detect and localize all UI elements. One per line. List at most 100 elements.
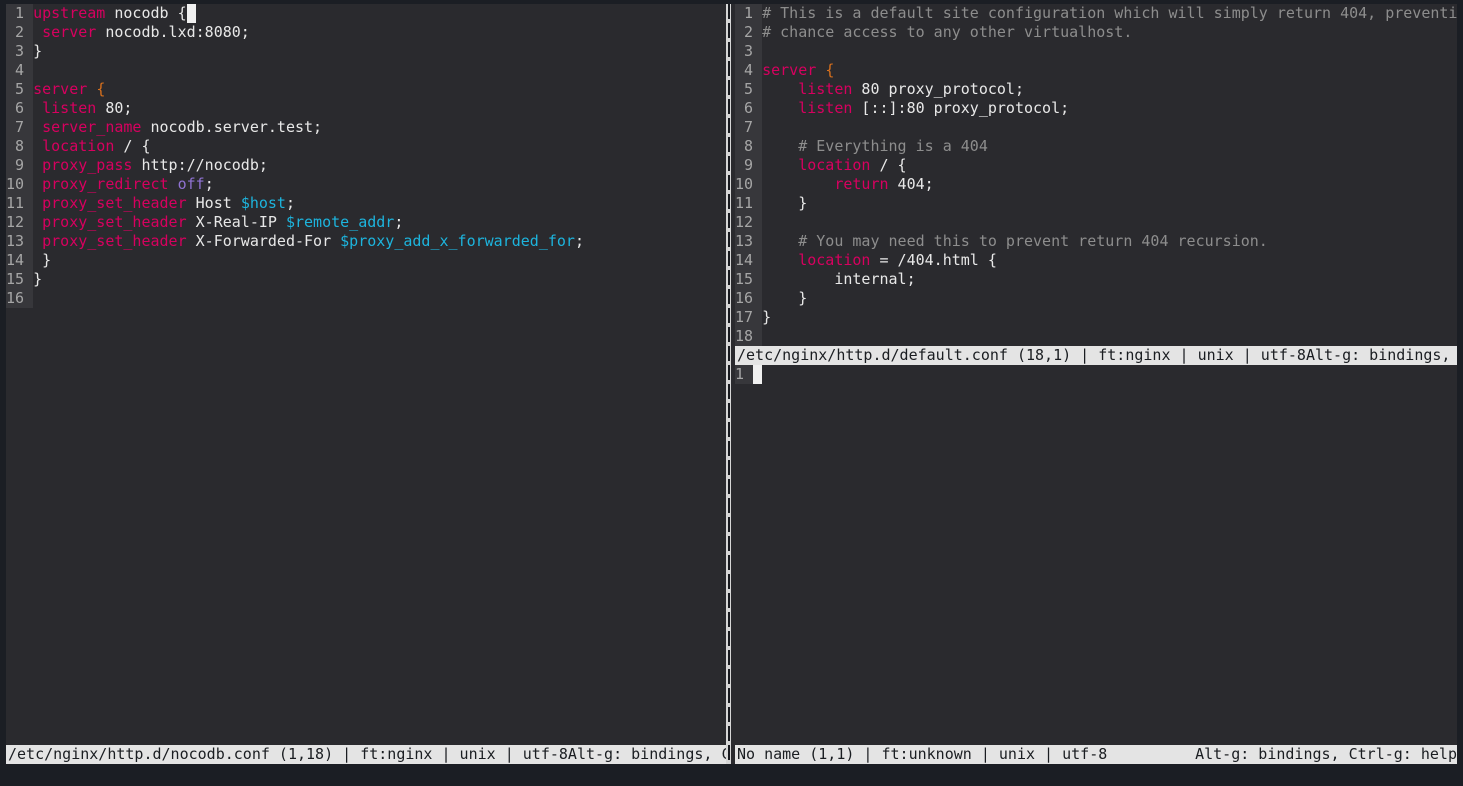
code-line: 5 server { (6, 80, 726, 99)
statusbar-file-info: /etc/nginx/http.d/nocodb.conf (1,18) | f… (8, 745, 568, 764)
code-line: 3 } (6, 42, 726, 61)
code-text: } (762, 194, 807, 213)
line-number: 5 (6, 80, 33, 99)
code-line: 7 server_name nocodb.server.test; (6, 118, 726, 137)
code-line: 18 (735, 327, 1457, 346)
code-line: 16 } (735, 289, 1457, 308)
line-number: 11 (735, 194, 762, 213)
line-number: 15 (735, 270, 762, 289)
code-text: } (762, 289, 807, 308)
line-number: 1 (735, 4, 762, 23)
line-number: 8 (735, 137, 762, 156)
code-line: 1 # This is a default site configuration… (735, 4, 1457, 23)
editor-pane-noname[interactable]: 1 No name (1,1) | ft:unknown | unix | ut… (735, 365, 1457, 764)
code-text: location / { (33, 137, 150, 156)
line-number: 16 (735, 289, 762, 308)
code-text: proxy_pass http://nocodb; (33, 156, 268, 175)
cursor-block (753, 365, 762, 384)
line-number: 3 (735, 42, 762, 61)
code-area-nocodb-conf[interactable]: 1 upstream nocodb { 2 server nocodb.lxd:… (6, 4, 726, 745)
code-line: 13 proxy_set_header X-Forwarded-For $pro… (6, 232, 726, 251)
line-number: 16 (6, 289, 33, 308)
code-line: 12 proxy_set_header X-Real-IP $remote_ad… (6, 213, 726, 232)
code-line: 7 (735, 118, 1457, 137)
code-line: 16 (6, 289, 726, 308)
code-line: 11 } (735, 194, 1457, 213)
statusbar-help-text: Alt-g: bindings, Ctrl-g: help (1306, 346, 1457, 365)
code-line: 6 listen [::]:80 proxy_protocol; (735, 99, 1457, 118)
line-number: 1 (735, 365, 753, 384)
statusbar-noname: No name (1,1) | ft:unknown | unix | utf-… (735, 745, 1457, 764)
line-number: 10 (735, 175, 762, 194)
code-line: 15 } (6, 270, 726, 289)
code-line: 1 upstream nocodb { (6, 4, 726, 23)
code-line: 2 # chance access to any other virtualho… (735, 23, 1457, 42)
code-line: 12 (735, 213, 1457, 232)
line-number: 14 (6, 251, 33, 270)
statusbar-nocodb-conf: /etc/nginx/http.d/nocodb.conf (1,18) | f… (6, 745, 726, 764)
code-text: } (33, 270, 42, 289)
statusbar-help-text: Alt-g: bindings, Ctrl-g: help (1195, 745, 1457, 764)
line-number: 2 (735, 23, 762, 42)
code-text: } (33, 251, 51, 270)
code-text: # Everything is a 404 (762, 137, 988, 156)
line-number: 18 (735, 327, 762, 346)
line-number: 11 (6, 194, 33, 213)
line-number: 17 (735, 308, 762, 327)
code-line: 4 (6, 61, 726, 80)
line-number: 8 (6, 137, 33, 156)
line-number: 6 (6, 99, 33, 118)
line-number: 13 (735, 232, 762, 251)
line-number: 2 (6, 23, 33, 42)
code-text: listen 80 proxy_protocol; (762, 80, 1024, 99)
code-line: 11 proxy_set_header Host $host; (6, 194, 726, 213)
code-line: 10 return 404; (735, 175, 1457, 194)
code-line: 3 (735, 42, 1457, 61)
code-area-default-conf[interactable]: 1 # This is a default site configuration… (735, 4, 1457, 346)
code-line: 5 listen 80 proxy_protocol; (735, 80, 1457, 99)
line-number: 9 (735, 156, 762, 175)
line-number: 5 (735, 80, 762, 99)
code-line: 1 (735, 365, 1457, 384)
pane-divider[interactable] (726, 4, 731, 764)
line-number: 6 (735, 99, 762, 118)
line-number: 12 (735, 213, 762, 232)
code-text: proxy_set_header Host $host; (33, 194, 295, 213)
line-number: 14 (735, 251, 762, 270)
code-text: location / { (762, 156, 907, 175)
code-text: server_name nocodb.server.test; (33, 118, 322, 137)
code-line: 6 listen 80; (6, 99, 726, 118)
code-text: server nocodb.lxd:8080; (33, 23, 250, 42)
code-text: } (33, 42, 42, 61)
editor-pane-default-conf[interactable]: 1 # This is a default site configuration… (735, 4, 1457, 365)
code-line: 2 server nocodb.lxd:8080; (6, 23, 726, 42)
code-line: 14 } (6, 251, 726, 270)
editor-pane-nocodb-conf[interactable]: 1 upstream nocodb { 2 server nocodb.lxd:… (6, 4, 726, 764)
code-line: 9 location / { (735, 156, 1457, 175)
code-text: proxy_set_header X-Real-IP $remote_addr; (33, 213, 403, 232)
code-text: location = /404.html { (762, 251, 997, 270)
code-line: 4 server { (735, 61, 1457, 80)
line-number: 13 (6, 232, 33, 251)
code-text (753, 365, 762, 384)
line-number: 12 (6, 213, 33, 232)
code-area-noname[interactable]: 1 (735, 365, 1457, 745)
code-text: server { (33, 80, 105, 99)
code-text: listen 80; (33, 99, 132, 118)
code-text: upstream nocodb { (33, 4, 196, 23)
code-text: server { (762, 61, 834, 80)
line-number: 15 (6, 270, 33, 289)
statusbar-file-info: /etc/nginx/http.d/default.conf (18,1) | … (737, 346, 1306, 365)
code-line: 14 location = /404.html { (735, 251, 1457, 270)
line-number: 7 (6, 118, 33, 137)
line-number: 3 (6, 42, 33, 61)
line-number: 1 (6, 4, 33, 23)
statusbar-default-conf: /etc/nginx/http.d/default.conf (18,1) | … (735, 346, 1457, 365)
code-text: return 404; (762, 175, 934, 194)
code-text: } (762, 308, 771, 327)
code-line: 9 proxy_pass http://nocodb; (6, 156, 726, 175)
code-text: # chance access to any other virtualhost… (762, 23, 1132, 42)
line-number: 10 (6, 175, 33, 194)
terminal-window: 1 upstream nocodb { 2 server nocodb.lxd:… (6, 4, 1457, 764)
code-text: proxy_set_header X-Forwarded-For $proxy_… (33, 232, 584, 251)
